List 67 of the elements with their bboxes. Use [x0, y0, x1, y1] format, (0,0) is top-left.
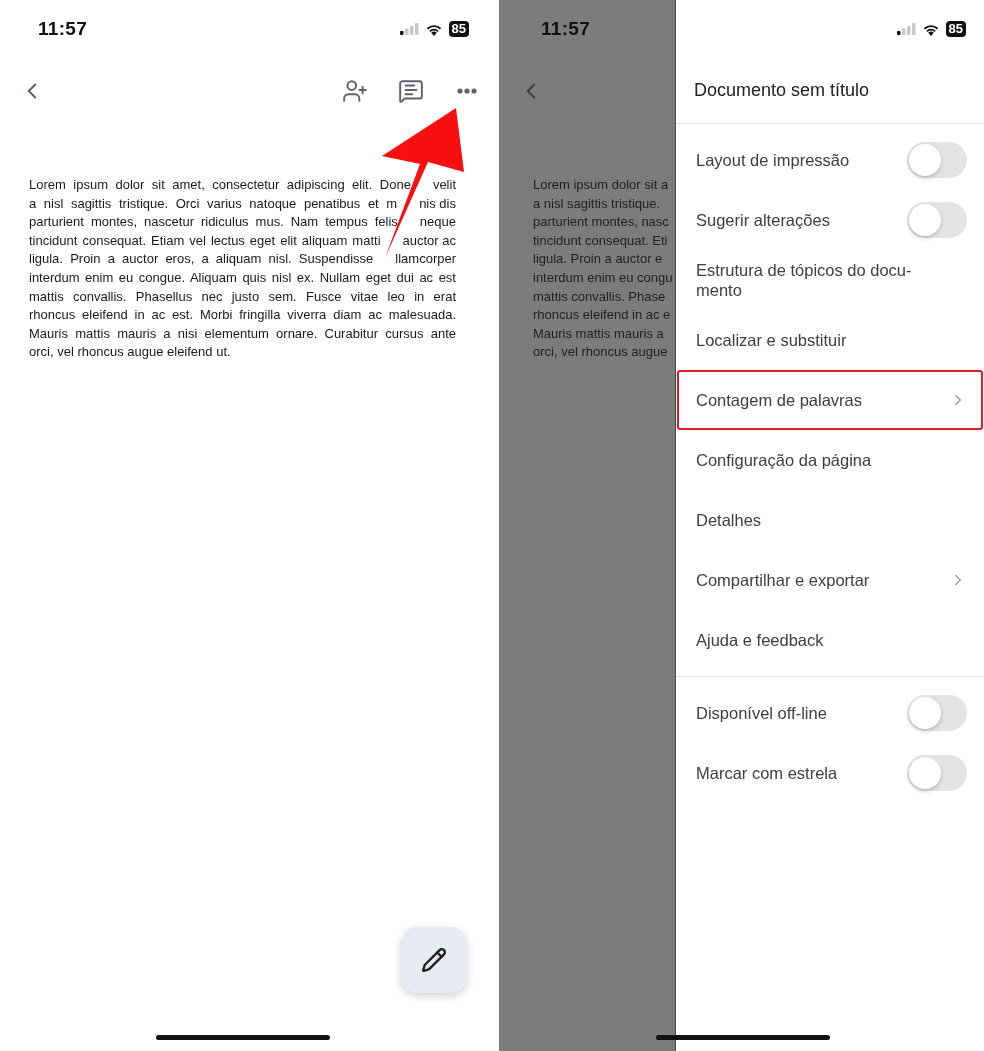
status-time: 11:57 — [38, 18, 88, 40]
signal-icon — [896, 23, 916, 35]
document-text-line: ligula. Proin a auctor e — [533, 250, 664, 269]
menu-item[interactable]: Configuração da página — [677, 430, 983, 490]
menu-item-label: Compartilhar e exportar — [696, 570, 871, 590]
menu-item[interactable]: Compartilhar e exportar — [677, 550, 983, 610]
menu-item[interactable]: Marcar com estrela — [677, 743, 983, 803]
menu-item[interactable]: Estrutura de tópicos do docu- mento — [677, 250, 983, 310]
document-text: llamcorper — [395, 250, 456, 269]
edit-button[interactable] — [401, 927, 467, 993]
menu-item[interactable]: Detalhes — [677, 490, 983, 550]
toggle-switch[interactable] — [907, 695, 967, 731]
menu-item-label: Detalhes — [696, 510, 763, 530]
menu-item-label: Configuração da página — [696, 450, 873, 470]
document-text-line: Mauris mattis mauris a — [533, 324, 665, 343]
add-person-icon — [342, 78, 368, 104]
menu-item[interactable]: Sugerir alterações — [677, 190, 983, 250]
document-text: nis dis — [419, 194, 456, 213]
status-time: 11:57 — [541, 18, 591, 40]
pencil-icon — [421, 947, 447, 973]
document-text: orci, vel rhoncus augue eleifend ut. — [29, 343, 232, 362]
comment-button[interactable] — [397, 77, 425, 105]
document-text-line: a nisl sagittis tristique. — [533, 194, 662, 213]
menu-item[interactable]: Contagem de palavras — [677, 370, 983, 430]
menu-item-label: Layout de impressão — [696, 150, 851, 170]
document-text: neque — [419, 213, 456, 232]
document-text: velit — [432, 176, 456, 194]
signal-icon — [399, 23, 419, 35]
document-text: mattis convallis. Phasellus nec justo sem. Fusce vitae leo in erat — [29, 287, 456, 306]
document-text: Lorem ipsum dolor sit amet, consectetur adipiscing elit. Done — [29, 176, 411, 194]
more-icon — [457, 88, 477, 94]
menu-item-label: Ajuda e feedback — [696, 630, 825, 650]
toggle-switch[interactable] — [907, 202, 967, 238]
toggle-switch[interactable] — [907, 142, 967, 178]
menu-item-label: Marcar com estrela — [696, 763, 839, 783]
document-text: Mauris mattis mauris a nisi elementum ornare. Curabitur cursus ante — [29, 324, 456, 343]
battery-indicator: 85 — [448, 21, 469, 37]
add-person-button[interactable] — [341, 77, 369, 105]
document-text-line: rhoncus eleifend in ac e — [533, 306, 672, 325]
menu-item[interactable]: Disponível off-line — [677, 683, 983, 743]
document-text: ligula. Proin a auctor eros, a aliquam nisl. Suspendisse — [29, 250, 374, 269]
document-text-line: mattis convallis. Phase — [533, 287, 667, 306]
menu-item-label: Disponível off-line — [696, 703, 828, 723]
menu-item-label: Localizar e substituir — [696, 330, 848, 350]
document-text: parturient montes, nascetur ridiculus mus. Nam tempus felis — [29, 213, 398, 232]
document-text: tincidunt consequat. Etiam vel lectus eget elit aliquam matti — [29, 231, 381, 250]
document-text-line: interdum enim eu congu — [533, 268, 674, 287]
toggle-switch[interactable] — [907, 755, 967, 791]
battery-indicator: 85 — [945, 21, 966, 37]
menu-item-label: Contagem de palavras — [696, 390, 863, 410]
menu-item[interactable]: Ajuda e feedback — [677, 610, 983, 670]
wifi-icon — [424, 22, 443, 36]
document-text-line: orci, vel rhoncus augue — [533, 343, 669, 362]
document-text: rhoncus eleifend in ac est. Morbi fringilla viverra diam ac malesuada. — [29, 306, 456, 325]
document-text: a nisl sagittis tristique. Orci varius natoque penatibus et m — [29, 194, 398, 213]
document-text-line: tincidunt consequat. Eti — [533, 231, 669, 250]
comment-icon — [398, 78, 424, 104]
document-text: auctor ac — [402, 231, 456, 250]
menu-item-label: Estrutura de tópicos do docu- mento — [696, 260, 913, 300]
wifi-icon — [921, 22, 940, 36]
document-text-line: parturient montes, nasc — [533, 213, 670, 232]
menu-item[interactable]: Localizar e substituir — [677, 310, 983, 370]
document-text: interdum enim eu congue. Aliquam quis nisl ex. Nullam eget dui ac est — [29, 268, 456, 287]
menu-item-label: Sugerir alterações — [696, 210, 831, 230]
document-text-line: Lorem ipsum dolor sit a — [533, 176, 670, 194]
menu-title: Documento sem título — [676, 58, 984, 124]
menu-item[interactable]: Layout de impressão — [677, 130, 983, 190]
